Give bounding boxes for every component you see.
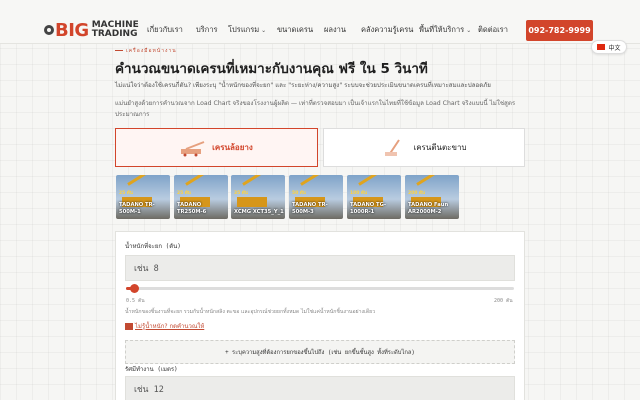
nav-item-about[interactable]: เกี่ยวกับเรา: [147, 24, 183, 36]
crane-model-card[interactable]: 25 ตัน TADANO TR- 500M-1: [116, 175, 170, 219]
tonnage-badge: 25 ตัน: [119, 191, 133, 196]
crane-type-wheeled[interactable]: เครนล้อยาง: [115, 128, 318, 167]
crane-type-wheeled-label: เครนล้อยาง: [212, 143, 253, 152]
language-switcher[interactable]: 中文: [591, 40, 627, 54]
crane-model-card[interactable]: 100 ตัน TADANO TG- 1000R-1: [347, 175, 401, 219]
crane-model-card[interactable]: 25 ตัน TADANO TR250M-6: [174, 175, 228, 219]
tonnage-badge: 50 ตัน: [292, 191, 306, 196]
crane-model-name: TADANO TR- 500M-3: [292, 202, 328, 215]
tonnage-badge: 100 ตัน: [350, 191, 367, 196]
crawler-crane-icon: [385, 138, 401, 156]
slider-thumb[interactable]: [129, 284, 139, 293]
nav-item-knowledge[interactable]: คลังความรู้เครน: [361, 24, 413, 36]
weight-helper-text: น้ำหนักของชิ้นงานที่จะยก รวมกับน้ำหนักสล…: [125, 309, 376, 315]
nav-item-programs[interactable]: โปรแกรม ⌄: [228, 24, 266, 36]
crane-model-card[interactable]: 50 ตัน TADANO TR- 500M-3: [289, 175, 343, 219]
tonnage-badge: 200 ตัน: [408, 191, 425, 196]
calculate-weight-link[interactable]: ไม่รู้น้ำหนัก? กดคำนวณให้: [125, 321, 204, 331]
crane-model-name: TADANO TG- 1000R-1: [350, 202, 386, 215]
eyebrow-label: เครื่องมือหน้างาน: [115, 47, 177, 55]
nav-item-services[interactable]: บริการ: [196, 24, 218, 36]
crane-type-crawler-label: เครนตีนตะขาบ: [413, 143, 467, 152]
note-text: แม่นยำสูงด้วยการคำนวณจาก Load Chart จริง…: [115, 100, 516, 118]
radius-label: รัศมีทำงาน (เมตร): [125, 366, 178, 373]
radius-input[interactable]: เช่น 12: [125, 376, 515, 400]
nav-item-crane-sizes[interactable]: ขนาดเครน: [277, 24, 313, 36]
tonnage-badge: 35 ตัน: [234, 191, 248, 196]
intro-text: ไม่แน่ใจว่าต้องใช้เครนกี่ตัน? เพียงระบุ …: [115, 82, 491, 89]
add-height-button[interactable]: + ระบุความสูงที่ต้องการยกของขึ้นไปถึง (เ…: [125, 340, 515, 364]
brand-logo[interactable]: BIG MACHINE TRADING: [44, 18, 139, 42]
language-label: 中文: [608, 44, 621, 52]
calculator-icon: [125, 322, 133, 330]
crane-model-name: TADANO TR- 500M-1: [119, 202, 155, 215]
tonnage-badge: 25 ตัน: [177, 191, 191, 196]
crane-model-card[interactable]: 35 ตัน XCMG XCT35_Y_1: [231, 175, 285, 219]
slider-max-label: 200 ตัน: [494, 298, 513, 304]
crane-type-crawler[interactable]: เครนตีนตะขาบ: [323, 128, 525, 167]
site-header: BIG MACHINE TRADING เกี่ยวกับเรา บริการ …: [0, 0, 640, 44]
crane-model-card[interactable]: 200 ตัน TADANO Faun AR2000M-2: [405, 175, 459, 219]
weight-label: น้ำหนักที่จะยก (ตัน): [125, 243, 181, 250]
gear-icon: [44, 25, 54, 35]
nav-item-service-area[interactable]: พื้นที่ให้บริการ ⌄: [419, 24, 471, 36]
slider-min-label: 0.5 ตัน: [126, 298, 145, 304]
chevron-down-icon: ⌄: [261, 27, 267, 34]
phone-button[interactable]: 092-782-9999: [526, 20, 593, 41]
nav-item-portfolio[interactable]: ผลงาน: [324, 24, 346, 36]
truck-crane-icon: [181, 140, 205, 156]
logo-line2: TRADING: [91, 29, 138, 39]
page-title: คำนวณขนาดเครนที่เหมาะกับงานคุณ ฟรี ใน 5 …: [115, 61, 428, 77]
chevron-down-icon: ⌄: [466, 27, 472, 34]
weight-slider[interactable]: [126, 284, 514, 293]
crane-model-name: TADANO Faun AR2000M-2: [408, 202, 449, 215]
crane-model-name: TADANO TR250M-6: [177, 202, 207, 215]
weight-input[interactable]: เช่น 8: [125, 255, 515, 281]
crane-model-name: XCMG XCT35_Y_1: [234, 209, 284, 215]
china-flag-icon: [597, 44, 606, 50]
nav-item-contact[interactable]: ติดต่อเรา: [478, 24, 508, 36]
logo-big: BIG: [55, 19, 89, 41]
